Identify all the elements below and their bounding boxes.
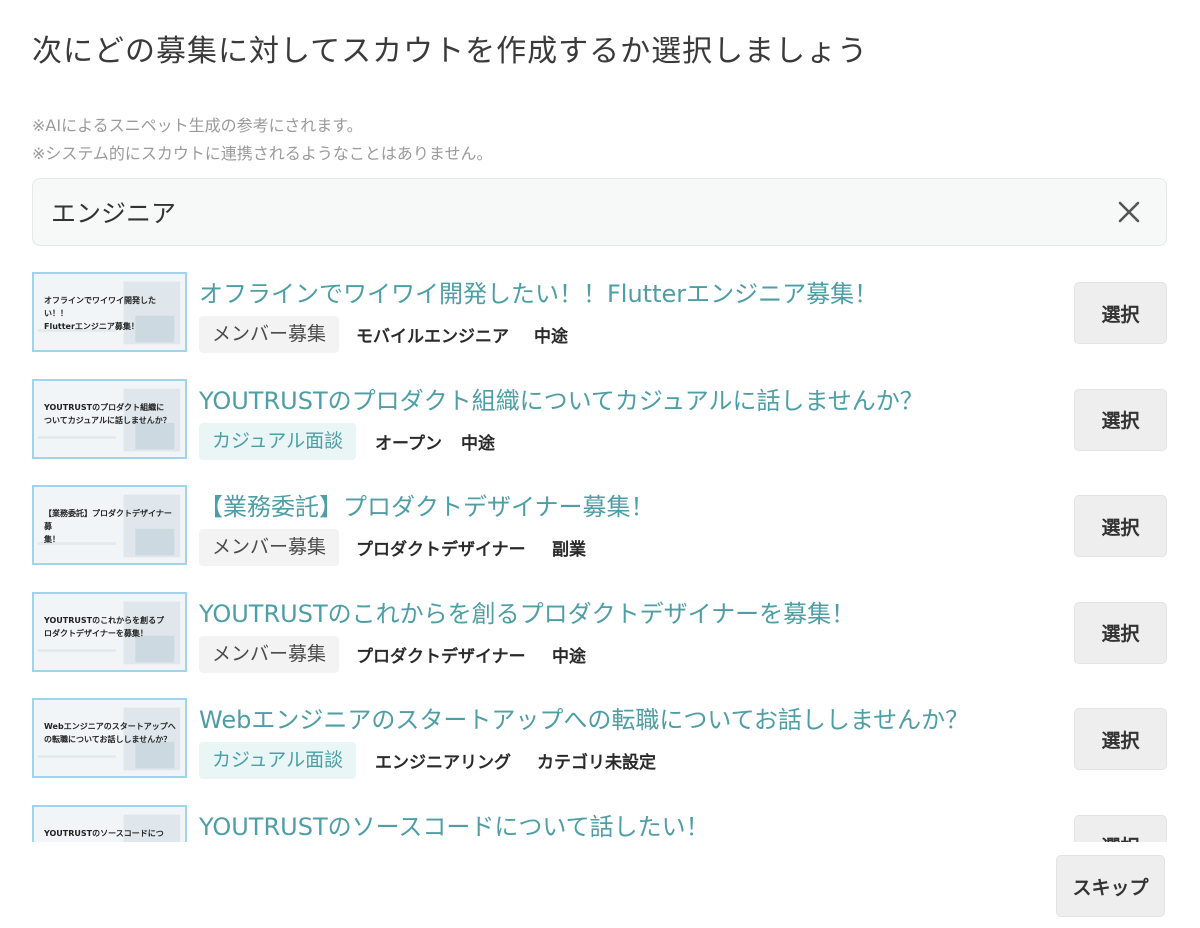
job-title-link[interactable]: オフラインでワイワイ開発したい！！Flutterエンジニア募集！ xyxy=(199,274,878,309)
job-category: モバイルエンジニア xyxy=(356,327,509,347)
employment-type: 副業 xyxy=(552,540,586,560)
employment-type: 中途 xyxy=(461,433,495,454)
select-button[interactable]: 選択 xyxy=(1074,814,1167,842)
job-category: プロダクトデザイナー xyxy=(356,540,526,560)
thumbnail-text: YOUTRUSTのソースコードにつ xyxy=(44,828,164,838)
thumbnail-text: YOUTRUSTのプロダクト組織に ついてカジュアルに話しませんか？ xyxy=(44,402,171,425)
job-title-link[interactable]: YOUTRUSTのこれからを創るプロダクトデザイナーを募集！ xyxy=(199,594,855,629)
job-title-link[interactable]: YOUTRUSTのソースコードについて話したい！ xyxy=(199,807,710,842)
job-thumbnail: オフラインでワイワイ開発したい！！ Flutterエンジニア募集！ xyxy=(32,272,187,352)
job-category: エンジニアリング xyxy=(375,753,511,773)
job-thumbnail: YOUTRUSTのソースコードにつ xyxy=(32,804,187,842)
employment-type: 中途 xyxy=(552,646,586,667)
note-line-2: ※システム的にスカウトに連携されるようなことはありません。 xyxy=(32,144,493,163)
thumbnail-text: Webエンジニアのスタートアップへ の転職についてお話ししませんか？ xyxy=(44,722,176,744)
job-row: Webエンジニアのスタートアップへ の転職についてお話ししませんか？ Webエンジ… xyxy=(0,688,1200,779)
job-type-tag: カジュアル面談 xyxy=(199,742,357,779)
job-thumbnail: 【業務委託】プロダクトデザイナー募 集！ xyxy=(32,485,187,565)
job-category: プロダクトデザイナー xyxy=(356,646,526,667)
job-title-link[interactable]: Webエンジニアのスタートアップへの転職についてお話ししませんか？ xyxy=(199,700,969,735)
clear-button[interactable] xyxy=(1114,197,1144,227)
notes: ※AIによるスニペット生成の参考にされます。 ※システム的にスカウトに連携される… xyxy=(32,112,492,168)
job-row: YOUTRUSTのソースコードにつ YOUTRUSTのソースコードについて話したい… xyxy=(0,795,1200,842)
close-icon xyxy=(1118,201,1140,223)
job-thumbnail: YOUTRUSTのプロダクト組織に ついてカジュアルに話しませんか？ xyxy=(32,378,187,459)
job-row: 【業務委託】プロダクトデザイナー募 集！ 【業務委託】プロダクトデザイナー募集！ メ… xyxy=(0,475,1200,566)
job-list: オフラインでワイワイ開発したい！！ Flutterエンジニア募集！ オフラインでワ… xyxy=(0,262,1200,842)
job-thumbnail: YOUTRUSTのこれからを創るプ ロダクトデザイナーを募集！ xyxy=(32,591,187,672)
note-line-1: ※AIによるスニペット生成の参考にされます。 xyxy=(32,116,363,135)
search-input[interactable] xyxy=(51,179,1101,245)
job-row: オフラインでワイワイ開発したい！！ Flutterエンジニア募集！ オフラインでワ… xyxy=(0,262,1200,353)
select-button[interactable]: 選択 xyxy=(1074,388,1167,451)
job-type-tag: メンバー募集 xyxy=(199,529,340,566)
thumbnail-text: 【業務委託】プロダクトデザイナー募 集！ xyxy=(44,509,172,544)
employment-type: 中途 xyxy=(534,327,568,347)
job-title-link[interactable]: 【業務委託】プロダクトデザイナー募集！ xyxy=(199,487,655,522)
job-thumbnail: Webエンジニアのスタートアップへ の転職についてお話ししませんか？ xyxy=(32,698,187,778)
search-box xyxy=(32,178,1167,246)
job-type-tag: カジュアル面談 xyxy=(199,422,357,460)
thumbnail-text: オフラインでワイワイ開発したい！！ Flutterエンジニア募集！ xyxy=(44,296,156,331)
job-category: オープン xyxy=(375,433,442,454)
thumbnail-text: YOUTRUSTのこれからを創るプ ロダクトデザイナーを募集！ xyxy=(44,615,165,638)
job-type-tag: メンバー募集 xyxy=(199,316,340,353)
select-button[interactable]: 選択 xyxy=(1074,495,1167,557)
select-button[interactable]: 選択 xyxy=(1074,601,1167,664)
job-type-tag: メンバー募集 xyxy=(199,635,340,673)
job-row: YOUTRUSTのこれからを創るプ ロダクトデザイナーを募集！ YOUTRUSTの… xyxy=(0,582,1200,673)
select-button[interactable]: 選択 xyxy=(1074,708,1167,770)
select-button[interactable]: 選択 xyxy=(1074,282,1167,344)
job-title-link[interactable]: YOUTRUSTのプロダクト組織についてカジュアルに話しませんか？ xyxy=(199,381,924,416)
employment-type: カテゴリ未設定 xyxy=(537,753,656,773)
job-row: YOUTRUSTのプロダクト組織に ついてカジュアルに話しませんか？ YOUTRU… xyxy=(0,369,1200,460)
page-title: 次にどの募集に対してスカウトを作成するか選択しましょう xyxy=(32,34,869,69)
skip-button[interactable]: スキップ xyxy=(1056,855,1165,917)
